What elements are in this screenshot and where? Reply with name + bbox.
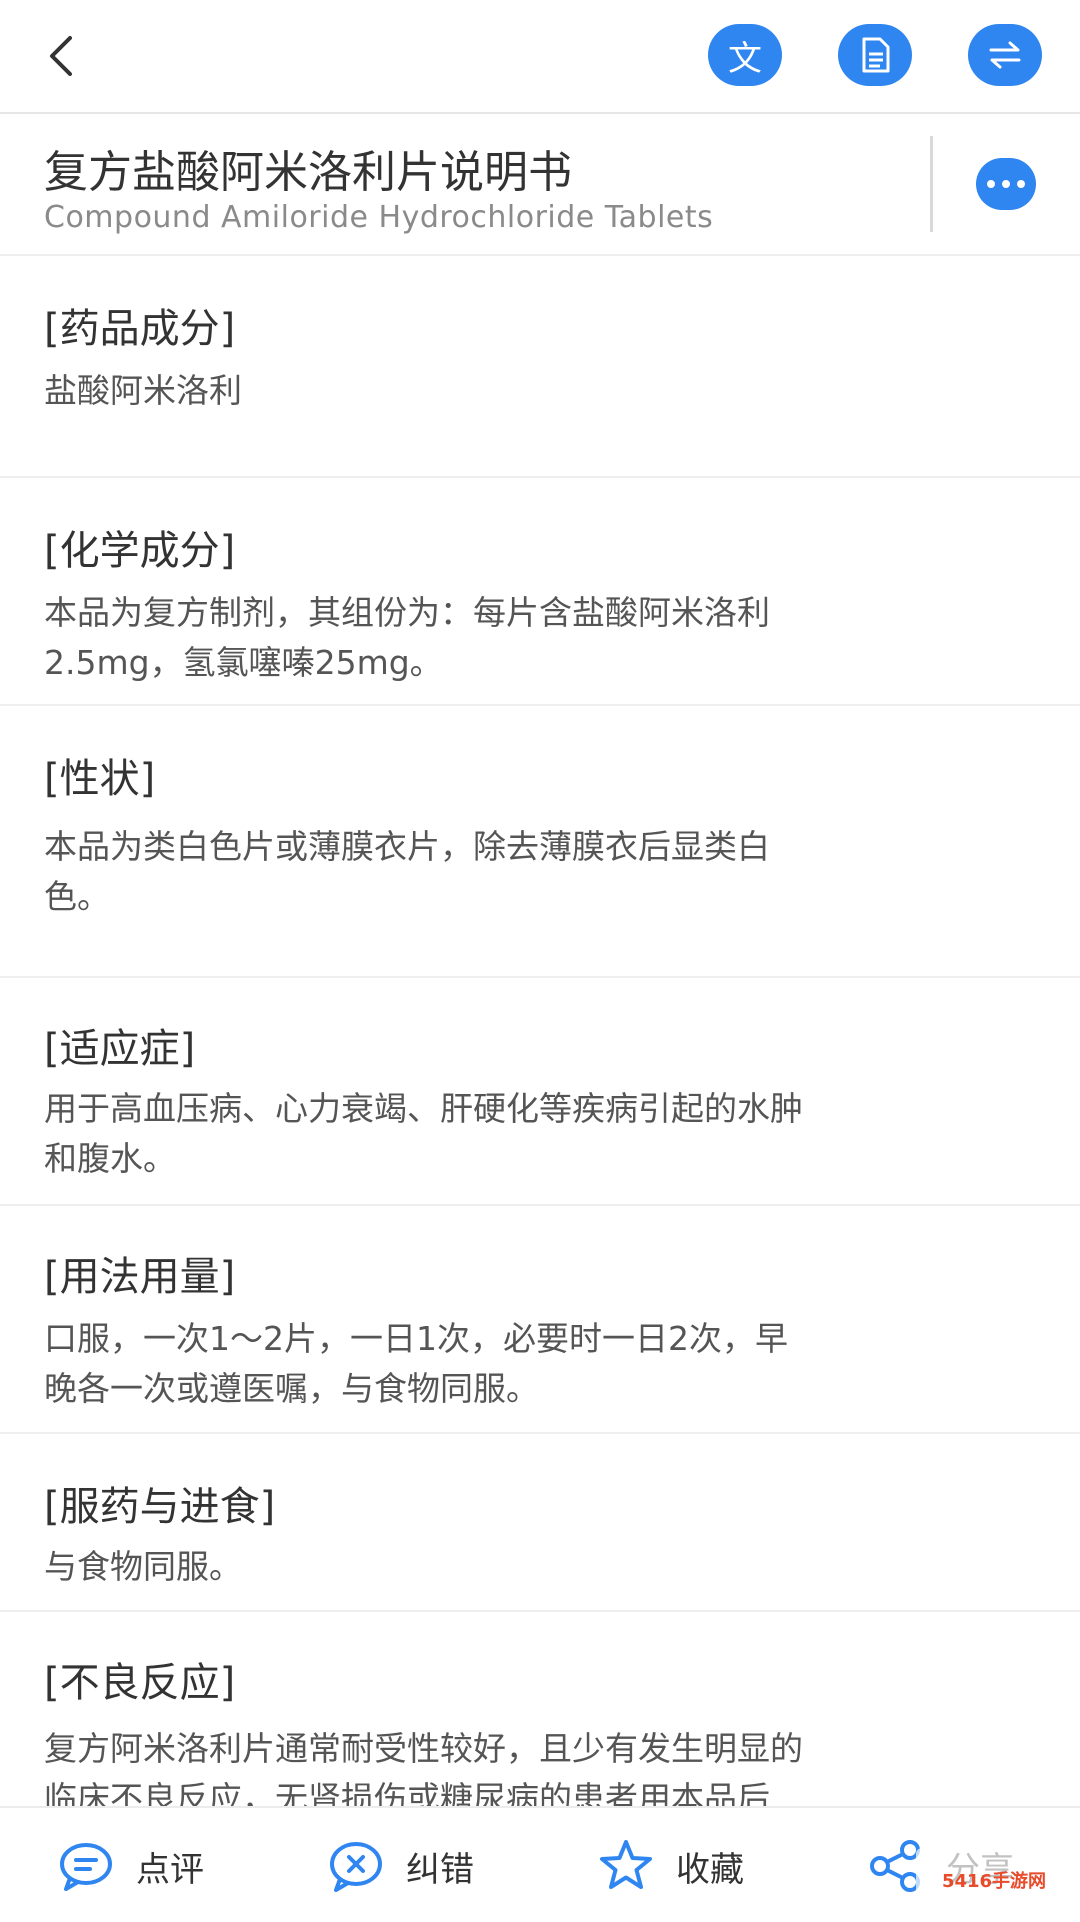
- comment-label: 点评: [136, 1849, 204, 1890]
- section-line: 用于高血压病、心力衰竭、肝硬化等疾病引起的水肿: [44, 1089, 803, 1128]
- section-dosage: [用法用量] 口服，一次1～2片，一日1次，必要时一日2次，早 晚各一次或遵医嘱…: [0, 1206, 1080, 1434]
- section-heading: [性状]: [44, 756, 156, 802]
- section-line: 与食物同服。: [44, 1547, 242, 1586]
- comment-icon: [60, 1843, 112, 1891]
- section-line: 盐酸阿米洛利: [44, 371, 242, 410]
- section-line: 和腹水。: [44, 1139, 176, 1178]
- comment-button[interactable]: 点评: [56, 1836, 204, 1896]
- section-body: 本品为类白色片或薄膜衣片，除去薄膜衣后显类白 色。: [44, 822, 1034, 922]
- favorite-button[interactable]: 收藏: [596, 1836, 744, 1896]
- more-button[interactable]: [976, 158, 1036, 210]
- page-title: 复方盐酸阿米洛利片说明书: [44, 147, 572, 198]
- section-body: 用于高血压病、心力衰竭、肝硬化等疾病引起的水肿 和腹水。: [44, 1084, 1034, 1184]
- section-body: 复方阿米洛利片通常耐受性较好，且少有发生明显的 临床不良反应，无肾损伤或糖尿病的…: [44, 1724, 1034, 1806]
- favorite-label: 收藏: [676, 1849, 744, 1890]
- page-subtitle-english: Compound Amiloride Hydrochloride Tablets: [44, 200, 714, 235]
- document-button[interactable]: [838, 24, 912, 86]
- section-line: 本品为类白色片或薄膜衣片，除去薄膜衣后显类白: [44, 827, 770, 866]
- translate-icon: 文: [728, 38, 762, 79]
- swap-button[interactable]: [968, 24, 1042, 86]
- star-icon: [600, 1840, 652, 1889]
- more-dots-icon: [987, 180, 995, 188]
- section-heading: [适应症]: [44, 1026, 196, 1072]
- section-heading: [不良反应]: [44, 1660, 236, 1706]
- more-dot: [1002, 180, 1010, 188]
- section-indications: [适应症] 用于高血压病、心力衰竭、肝硬化等疾病引起的水肿 和腹水。: [0, 978, 1080, 1206]
- section-line: 2.5mg，氢氯噻嗪25mg。: [44, 643, 443, 682]
- section-ingredients: [药品成分] 盐酸阿米洛利: [0, 256, 1080, 478]
- section-body: 盐酸阿米洛利: [44, 366, 1034, 416]
- back-arrow-icon[interactable]: [36, 28, 92, 84]
- title-divider: [930, 136, 933, 232]
- error-correct-button[interactable]: 纠错: [326, 1836, 474, 1896]
- section-line: 复方阿米洛利片通常耐受性较好，且少有发生明显的: [44, 1729, 803, 1768]
- document-icon: [862, 37, 890, 73]
- section-heading: [化学成分]: [44, 528, 236, 574]
- translate-button[interactable]: 文: [708, 24, 782, 86]
- section-heading: [服药与进食]: [44, 1484, 276, 1530]
- section-chemical: [化学成分] 本品为复方制剂，其组份为：每片含盐酸阿米洛利 2.5mg，氢氯噻嗪…: [0, 478, 1080, 706]
- section-line: 口服，一次1～2片，一日1次，必要时一日2次，早: [44, 1319, 788, 1358]
- error-correct-icon: [330, 1842, 382, 1892]
- section-body: 与食物同服。: [44, 1542, 1034, 1592]
- section-line: 晚各一次或遵医嘱，与食物同服。: [44, 1369, 539, 1408]
- title-bar: 复方盐酸阿米洛利片说明书 Compound Amiloride Hydrochl…: [0, 114, 1080, 256]
- section-line: 色。: [44, 877, 110, 916]
- section-body: 口服，一次1～2片，一日1次，必要时一日2次，早 晚各一次或遵医嘱，与食物同服。: [44, 1314, 1034, 1414]
- bottom-action-bar: 点评 纠错 收藏 分享 5416手游网: [0, 1806, 1080, 1922]
- section-food: [服药与进食] 与食物同服。: [0, 1434, 1080, 1612]
- swap-icon: [989, 41, 1021, 69]
- section-line: 临床不良反应，无肾损伤或糖尿病的患者用本品后: [44, 1779, 770, 1806]
- top-bar: 文: [0, 0, 1080, 114]
- section-line: 本品为复方制剂，其组份为：每片含盐酸阿米洛利: [44, 593, 770, 632]
- error-correct-label: 纠错: [406, 1849, 474, 1890]
- section-adverse: [不良反应] 复方阿米洛利片通常耐受性较好，且少有发生明显的 临床不良反应，无肾…: [0, 1612, 1080, 1806]
- section-heading: [药品成分]: [44, 306, 236, 352]
- more-dot: [1017, 180, 1025, 188]
- site-watermark: 5416手游网: [916, 1848, 1072, 1912]
- section-appearance: [性状] 本品为类白色片或薄膜衣片，除去薄膜衣后显类白 色。: [0, 706, 1080, 978]
- section-heading: [用法用量]: [44, 1254, 236, 1300]
- section-body: 本品为复方制剂，其组份为：每片含盐酸阿米洛利 2.5mg，氢氯噻嗪25mg。: [44, 588, 1034, 688]
